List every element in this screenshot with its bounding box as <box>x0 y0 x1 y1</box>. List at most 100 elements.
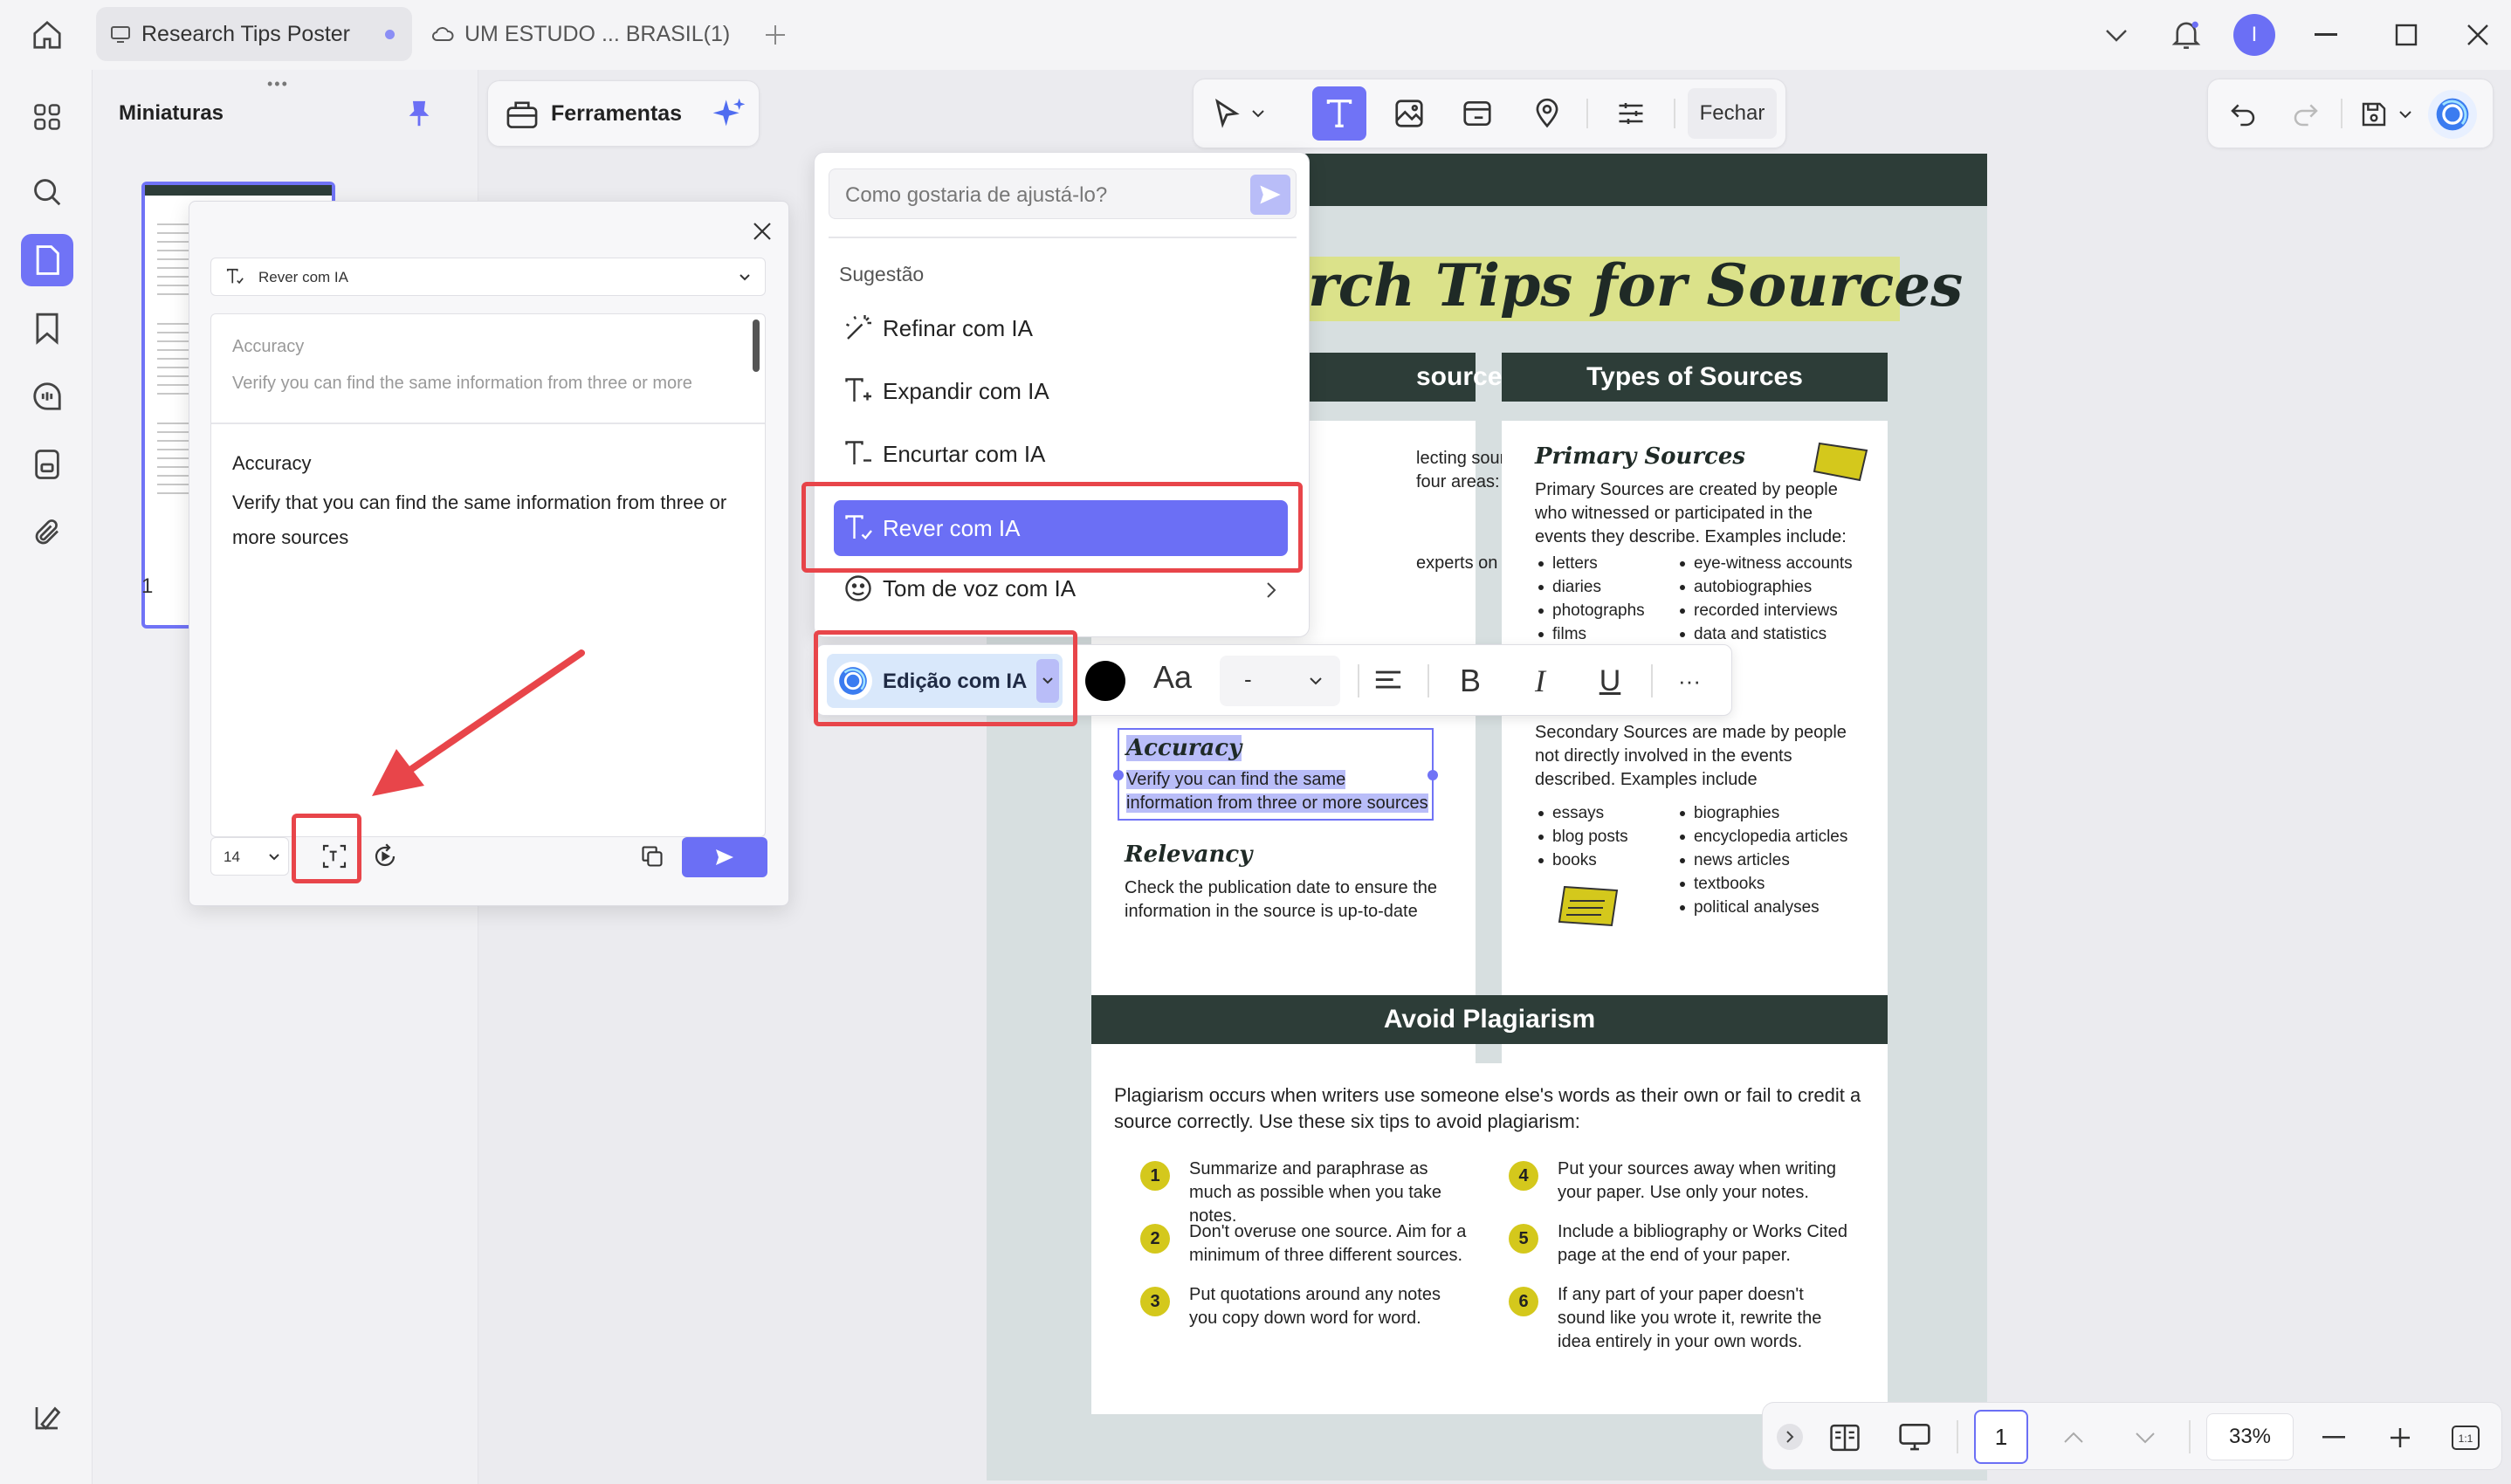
edit-toolbar: Fechar <box>1193 79 1786 148</box>
chevron-down-icon[interactable] <box>2395 104 2416 125</box>
properties-sliders-icon[interactable] <box>1609 92 1653 135</box>
font-size-select[interactable]: 14 <box>210 837 289 876</box>
ai-prompt-input[interactable]: Como gostaria de ajustá-lo? <box>829 168 1297 219</box>
menu-item-shorten[interactable]: Encurtar com IA <box>834 427 1288 481</box>
two-page-view-icon[interactable] <box>1824 1417 1866 1459</box>
mode-select[interactable]: Rever com IA <box>210 258 766 296</box>
regenerate-icon[interactable] <box>368 839 402 874</box>
redo-icon[interactable] <box>2285 93 2327 135</box>
search-icon[interactable] <box>21 166 73 218</box>
more-options-button[interactable]: ··· <box>1663 659 1716 703</box>
ai-assistant-icon[interactable] <box>2428 90 2477 139</box>
bullet-dot <box>1538 835 1544 840</box>
divider <box>1957 1420 1958 1453</box>
list-item: encyclopedia articles <box>1680 825 1847 848</box>
font-family-button[interactable]: Aa <box>1153 659 1192 696</box>
primary-list-b: eye-witness accounts autobiographies rec… <box>1680 552 1853 646</box>
tip-text: Put your sources away when writing your … <box>1558 1159 1837 1202</box>
font-size-select[interactable]: - <box>1220 656 1340 706</box>
resize-handle[interactable] <box>1113 770 1124 780</box>
sidebar-toggle-icon[interactable] <box>21 1391 73 1444</box>
selected-text-box[interactable]: Accuracy Verify you can find the same in… <box>1113 728 1438 821</box>
minimize-icon[interactable] <box>2308 17 2343 52</box>
bookmark-icon[interactable] <box>21 302 73 354</box>
zoom-in-icon[interactable] <box>2379 1417 2421 1459</box>
menu-item-refine[interactable]: Refinar com IA <box>834 301 1288 355</box>
stamp-tool-icon[interactable] <box>1525 92 1569 135</box>
page-number-input[interactable]: 1 <box>1974 1410 2028 1464</box>
accuracy-text: Verify you can find the same information… <box>1126 770 1428 813</box>
chevron-up-icon[interactable] <box>2053 1417 2095 1459</box>
ai-sparkle-icon[interactable] <box>712 97 746 132</box>
bullet-dot <box>1680 608 1685 614</box>
attachment-icon[interactable] <box>21 506 73 559</box>
tools-button[interactable]: Ferramentas <box>487 80 760 147</box>
form-icon[interactable] <box>21 438 73 491</box>
presentation-icon[interactable] <box>1894 1417 1936 1459</box>
menu-item-expand[interactable]: Expandir com IA <box>834 364 1288 418</box>
bullet-dot <box>1538 585 1544 590</box>
bullet-dot <box>1680 835 1685 840</box>
pin-icon[interactable] <box>402 96 437 131</box>
scrollbar-thumb[interactable] <box>753 319 760 372</box>
list-item: recorded interviews <box>1680 599 1853 622</box>
highlight-ai-edit <box>814 630 1077 726</box>
secondary-list-b: biographies encyclopedia articles news a… <box>1680 801 1847 919</box>
text-color-swatch[interactable] <box>1085 661 1125 701</box>
bold-button[interactable]: B <box>1448 659 1492 703</box>
bell-icon[interactable] <box>2165 14 2207 56</box>
zoom-out-icon[interactable] <box>2313 1417 2355 1459</box>
close-window-icon[interactable] <box>2460 17 2495 52</box>
close-edit-button[interactable]: Fechar <box>1688 88 1777 139</box>
apps-grid-icon[interactable] <box>21 91 73 143</box>
tip-item: 4 Put your sources away when writing you… <box>1509 1158 1858 1219</box>
resize-handle[interactable] <box>1427 770 1438 780</box>
list-item: biographies <box>1680 801 1847 825</box>
chevron-down-icon[interactable] <box>2124 1417 2166 1459</box>
tip-text: Put quotations around any notes you copy… <box>1189 1285 1441 1328</box>
tip-item: 5 Include a bibliography or Works Cited … <box>1509 1220 1858 1281</box>
result-title: Accuracy <box>232 452 312 474</box>
primary-text: Primary Sources are created by people wh… <box>1535 480 1847 546</box>
drag-handle[interactable]: ••• <box>267 75 289 93</box>
menu-item-label: Expandir com IA <box>883 377 1049 404</box>
divider <box>1674 99 1675 128</box>
select-cursor-icon[interactable] <box>1207 93 1246 134</box>
text-tool-icon[interactable] <box>1312 86 1366 141</box>
svg-text:1:1: 1:1 <box>2459 1432 2473 1445</box>
link-tool-icon[interactable] <box>1455 92 1499 135</box>
zoom-level[interactable]: 33% <box>2206 1413 2294 1460</box>
new-tab-plus-icon[interactable] <box>758 17 793 52</box>
avatar[interactable]: I <box>2233 14 2275 56</box>
chevron-down-icon[interactable] <box>1246 100 1270 127</box>
home-icon[interactable] <box>26 16 68 54</box>
send-icon[interactable] <box>1250 175 1290 215</box>
comment-icon[interactable] <box>21 370 73 423</box>
tab-research-tips-poster[interactable]: Research Tips Poster <box>96 7 412 61</box>
image-tool-icon[interactable] <box>1387 92 1431 135</box>
underline-button[interactable]: U <box>1588 659 1632 703</box>
actual-size-icon[interactable]: 1:1 <box>2447 1420 2484 1455</box>
undo-icon[interactable] <box>2222 93 2264 135</box>
chevron-right-icon[interactable] <box>1777 1424 1803 1450</box>
page-thumbnails-icon[interactable] <box>21 234 73 286</box>
left-rail <box>0 70 93 1484</box>
relevancy-title: Relevancy <box>1125 842 1253 868</box>
tab-um-estudo-brasil[interactable]: UM ESTUDO ... BRASIL(1) <box>417 7 740 61</box>
ai-prompt-placeholder: Como gostaria de ajustá-lo? <box>845 183 1108 207</box>
bottom-navigation-bar: 1 33% 1:1 <box>1762 1402 2502 1470</box>
accuracy-title: Accuracy <box>1126 735 1242 761</box>
align-left-icon[interactable] <box>1366 659 1410 703</box>
italic-button[interactable]: I <box>1518 659 1562 703</box>
send-button[interactable] <box>682 837 767 877</box>
maximize-icon[interactable] <box>2389 17 2424 52</box>
text-review-icon <box>225 267 244 286</box>
copy-icon[interactable] <box>635 839 670 874</box>
divider <box>1358 664 1359 697</box>
save-icon[interactable] <box>2353 93 2395 135</box>
divider <box>2341 99 2342 128</box>
original-text: Verify you can find the same information… <box>232 374 692 393</box>
highlight-replace-button <box>292 814 361 883</box>
close-icon[interactable] <box>745 214 780 249</box>
chevron-down-icon[interactable] <box>2099 17 2134 52</box>
